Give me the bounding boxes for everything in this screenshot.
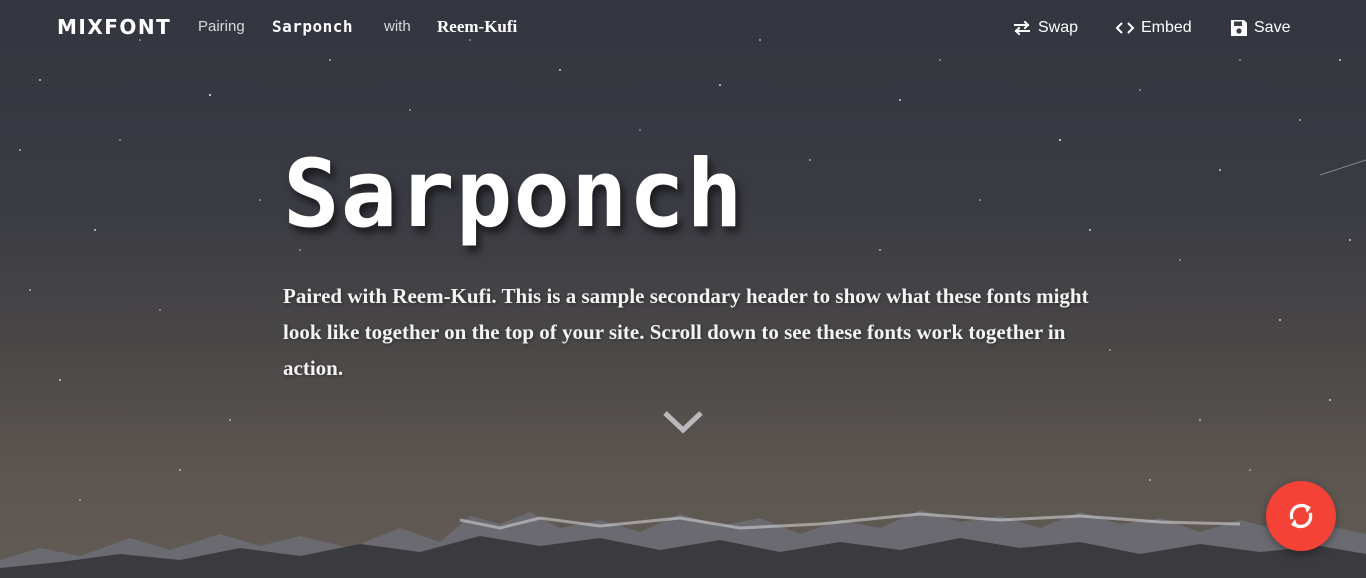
hero-section: MIXFONT Pairing Sarponch with Reem-Kufi … [0, 0, 1366, 578]
mountain-range [0, 510, 1366, 578]
refresh-icon [1289, 503, 1313, 529]
top-navbar: MIXFONT Pairing Sarponch with Reem-Kufi … [0, 0, 1366, 56]
swap-button[interactable]: Swap [1012, 18, 1078, 38]
code-brackets-icon [1115, 22, 1135, 34]
swap-label: Swap [1038, 19, 1079, 36]
embed-button[interactable]: Embed [1115, 18, 1192, 38]
with-label: with [384, 18, 411, 35]
save-label: Save [1254, 19, 1291, 36]
secondary-font-link[interactable]: Reem-Kufi [437, 17, 517, 37]
mixfont-logo[interactable]: MIXFONT [57, 15, 171, 39]
shuffle-pairing-fab[interactable] [1266, 481, 1336, 551]
floppy-disk-icon [1231, 20, 1247, 36]
pairing-label: Pairing [198, 18, 245, 35]
embed-label: Embed [1141, 19, 1192, 36]
scroll-down-button[interactable] [662, 408, 704, 436]
hero-headline: Sarponch [283, 140, 744, 249]
primary-font-link[interactable]: Sarponch [272, 17, 353, 36]
save-button[interactable]: Save [1230, 18, 1290, 38]
hero-subheader: Paired with Reem-Kufi. This is a sample … [283, 284, 1089, 380]
chevron-down-icon [663, 411, 703, 434]
swap-arrows-icon [1014, 20, 1030, 36]
